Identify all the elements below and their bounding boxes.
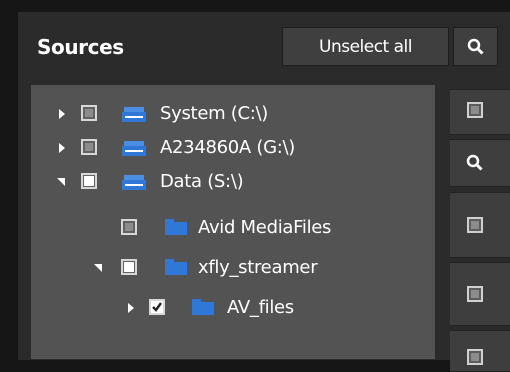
checkmark-icon	[152, 302, 162, 312]
tree-item-checkbox[interactable]	[81, 105, 97, 121]
panel-title: Sources	[37, 35, 124, 59]
tree-item-checkbox[interactable]	[81, 173, 97, 189]
tree-item-checkbox[interactable]	[81, 139, 97, 155]
unselect-all-button[interactable]: Unselect all	[282, 27, 449, 66]
right-panel-cell[interactable]	[450, 262, 510, 326]
tree-item-av-files[interactable]: AV_files	[31, 291, 435, 325]
expand-arrow-icon[interactable]	[128, 303, 134, 313]
search-icon	[466, 154, 483, 171]
tree-item-checkbox[interactable]	[121, 219, 137, 235]
right-panel-checkbox[interactable]	[467, 286, 483, 302]
right-panel-checkbox[interactable]	[467, 102, 483, 118]
tree-item-checkbox[interactable]	[121, 259, 137, 275]
tree-item-label: Data (S:\)	[160, 171, 244, 192]
folder-icon	[165, 219, 187, 235]
right-panel-cell[interactable]	[450, 192, 510, 258]
drive-icon	[122, 141, 146, 156]
collapse-arrow-icon[interactable]	[94, 264, 102, 272]
tree-item-label: xfly_streamer	[198, 257, 318, 278]
search-button[interactable]	[453, 27, 498, 66]
tree-item-label: System (C:\)	[160, 103, 268, 124]
right-panel-search-cell[interactable]	[450, 139, 510, 187]
folder-icon	[192, 299, 214, 315]
tree-item-label: A234860A (G:\)	[160, 137, 295, 158]
right-panel-checkbox[interactable]	[467, 217, 483, 233]
tree-item-label: AV_files	[227, 297, 294, 318]
right-panel-column	[450, 84, 510, 372]
right-panel-cell[interactable]	[450, 89, 510, 135]
expand-arrow-icon[interactable]	[59, 109, 65, 119]
drive-icon	[122, 107, 146, 122]
tree-item-data-s[interactable]: Data (S:\)	[31, 165, 435, 199]
drive-icon	[122, 175, 146, 190]
tree-item-checkbox[interactable]	[149, 299, 165, 315]
tree-item-avid-mediafiles[interactable]: Avid MediaFiles	[31, 211, 435, 245]
search-icon	[467, 38, 484, 55]
tree-item-label: Avid MediaFiles	[198, 217, 332, 238]
source-tree: System (C:\) A234860A (G:\) Data (S:\) A…	[30, 84, 436, 360]
collapse-arrow-icon[interactable]	[57, 178, 65, 186]
tree-item-xfly-streamer[interactable]: xfly_streamer	[31, 251, 435, 285]
right-panel-cell[interactable]	[450, 330, 510, 372]
tree-item-system-c[interactable]: System (C:\)	[31, 97, 435, 131]
right-panel-checkbox[interactable]	[467, 349, 483, 365]
tree-item-a234860a-g[interactable]: A234860A (G:\)	[31, 131, 435, 165]
folder-icon	[165, 259, 187, 275]
expand-arrow-icon[interactable]	[59, 143, 65, 153]
